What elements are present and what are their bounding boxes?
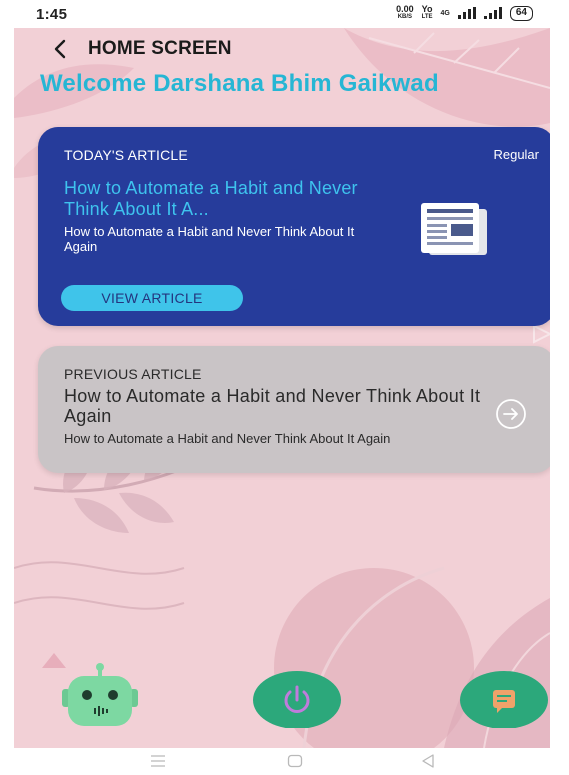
volte-indicator: Yo LTE	[421, 4, 433, 21]
previous-article-label: PREVIOUS ARTICLE	[64, 366, 202, 382]
todays-article-card[interactable]: TODAY'S ARTICLE Regular How to Automate …	[38, 127, 550, 326]
app-header: HOME SCREEN	[52, 38, 232, 60]
previous-article-summary: How to Automate a Habit and Never Think …	[64, 431, 391, 446]
robot-icon[interactable]	[60, 661, 140, 728]
todays-article-summary: How to Automate a Habit and Never Think …	[64, 224, 355, 254]
page-title: HOME SCREEN	[88, 38, 232, 59]
article-type-badge: Regular	[493, 147, 539, 162]
status-bar: 1:45 0.00 KB/S Yo LTE 4G 64	[0, 0, 569, 28]
power-icon[interactable]	[253, 670, 341, 728]
chevron-left-icon[interactable]	[52, 39, 70, 59]
todays-article-headline: How to Automate a Habit and Never Think …	[64, 178, 358, 219]
welcome-message: Welcome Darshana Bhim Gaikwad	[40, 70, 439, 97]
signal-icon-2	[483, 7, 502, 19]
previous-article-card[interactable]: PREVIOUS ARTICLE How to Automate a Habit…	[38, 346, 550, 473]
arrow-right-circle-icon[interactable]	[495, 398, 527, 430]
previous-article-headline: How to Automate a Habit and Never Think …	[64, 386, 481, 426]
chat-icon[interactable]	[460, 670, 548, 728]
network-type: 4G	[440, 9, 450, 17]
newspaper-icon	[421, 203, 487, 255]
battery-indicator: 64	[509, 5, 533, 21]
back-icon[interactable]	[421, 753, 435, 769]
status-indicators: 0.00 KB/S Yo LTE 4G 64	[396, 5, 533, 21]
todays-article-label: TODAY'S ARTICLE	[64, 147, 188, 163]
menu-icon[interactable]	[150, 754, 166, 768]
status-time: 1:45	[36, 6, 68, 23]
signal-icon	[457, 7, 476, 19]
network-speed: 0.00 KB/S	[396, 4, 414, 21]
system-navigation-bar	[0, 748, 569, 775]
home-icon[interactable]	[287, 754, 303, 768]
view-article-button[interactable]: VIEW ARTICLE	[61, 285, 243, 311]
home-screen: HOME SCREEN Welcome Darshana Bhim Gaikwa…	[14, 28, 550, 748]
